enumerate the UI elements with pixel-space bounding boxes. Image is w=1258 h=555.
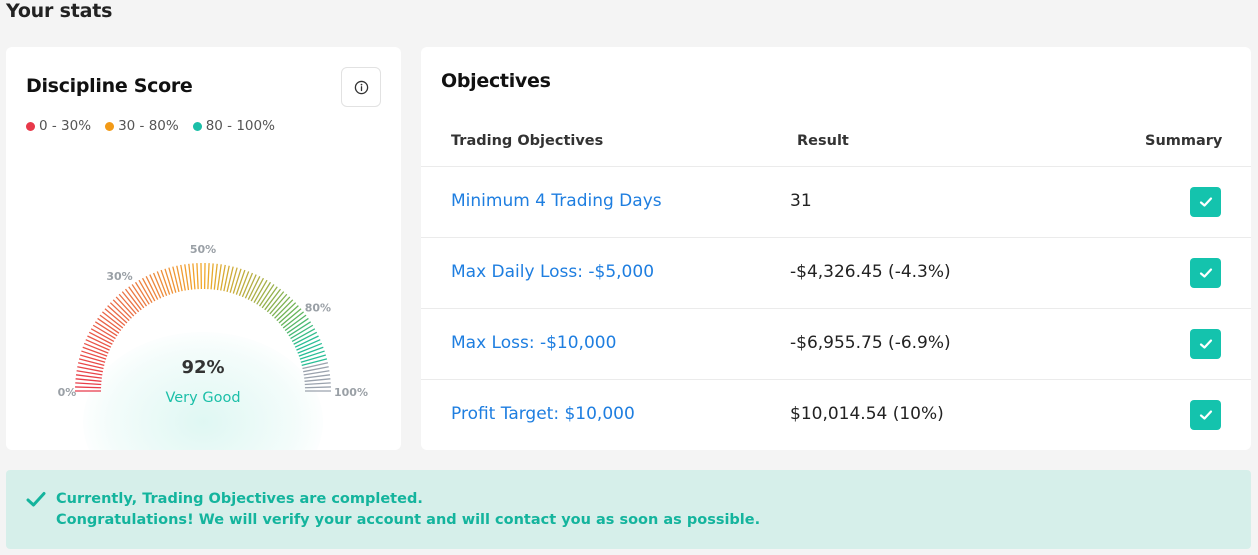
gauge-label: 100% [334, 386, 368, 399]
objectives-table-header: Trading Objectives Result Summary [421, 127, 1251, 167]
column-header-objectives: Trading Objectives [451, 133, 604, 149]
score-value: 92% [181, 357, 225, 378]
banner-message: Currently, Trading Objectives are comple… [56, 491, 423, 507]
legend-item-low: 0 - 30% [26, 118, 91, 134]
check-icon [1199, 339, 1212, 349]
objective-result: 31 [790, 191, 812, 211]
table-row: Profit Target: $10,000 $10,014.54 (10%) [421, 380, 1251, 451]
gauge-tick [75, 382, 102, 386]
objective-result: $10,014.54 (10%) [790, 404, 944, 424]
legend-label: 30 - 80% [118, 118, 179, 134]
gauge-label: 50% [190, 243, 216, 256]
summary-check [1190, 329, 1221, 359]
check-icon [26, 492, 46, 507]
legend-label: 0 - 30% [39, 118, 92, 134]
gauge-tick [81, 350, 107, 360]
legend-dot-red [26, 121, 35, 131]
column-header-summary: Summary [1145, 133, 1223, 149]
objective-link[interactable]: Max Loss: -$10,000 [451, 333, 616, 353]
summary-check [1190, 187, 1221, 217]
gauge-tick [168, 267, 177, 293]
success-banner: Currently, Trading Objectives are comple… [6, 470, 1251, 549]
objective-result: -$6,955.75 (-6.9%) [790, 333, 951, 353]
info-button[interactable] [341, 67, 381, 107]
gauge-tick [118, 293, 137, 315]
gauge-tick [304, 374, 331, 379]
gauge-tick [188, 263, 193, 290]
discipline-score-card: 0% 30% 50% 80% 100% Discipline Score 0 - 30%… [6, 47, 401, 450]
gauge-tick [304, 386, 331, 389]
legend-dot-teal [192, 121, 202, 131]
gauge-tick [104, 308, 126, 326]
gauge-tick [276, 302, 297, 322]
legend-label: 80 - 100% [205, 118, 275, 134]
gauge-tick [196, 263, 199, 290]
objectives-title: Objectives [441, 70, 551, 92]
gauge-tick [112, 299, 132, 319]
gauge-tick [164, 268, 174, 294]
gauge-tick [115, 296, 135, 317]
objective-link[interactable]: Max Daily Loss: -$5,000 [451, 262, 654, 282]
banner-submessage: Congratulations! We will verify your acc… [56, 512, 761, 528]
check-icon [1199, 197, 1212, 207]
discipline-score-title: Discipline Score [26, 75, 193, 97]
gauge-tick [207, 263, 210, 290]
gauge-tick [300, 354, 327, 363]
legend-item-mid: 30 - 80% [105, 118, 179, 134]
objective-link[interactable]: Minimum 4 Trading Days [451, 191, 662, 211]
gauge-tick [304, 378, 331, 382]
gauge-tick [184, 264, 190, 291]
gauge-label: 0% [58, 386, 77, 399]
gauge-tick [269, 293, 288, 315]
table-row: Minimum 4 Trading Days 31 [421, 167, 1251, 238]
gauge-tick [213, 263, 218, 290]
info-circle-icon [354, 80, 368, 94]
gauge-tick [229, 267, 238, 293]
gauge-tick [304, 382, 331, 386]
page-title: Your stats [6, 0, 113, 22]
gauge-tick [274, 299, 294, 319]
gauge-tick [232, 268, 242, 294]
legend-item-high: 80 - 100% [192, 118, 275, 134]
gauge-tick [216, 264, 222, 291]
objectives-card: Objectives Trading Objectives Result Sum… [421, 47, 1251, 450]
table-row: Max Loss: -$10,000 -$6,955.75 (-6.9%) [421, 309, 1251, 380]
gauge-tick [278, 305, 299, 324]
gauge-label: 80% [305, 302, 331, 315]
gauge-tick [79, 354, 106, 363]
gauge-tick [192, 263, 196, 290]
gauge-tick [280, 308, 302, 326]
gauge-tick [107, 305, 128, 324]
objective-link[interactable]: Profit Target: $10,000 [451, 404, 635, 424]
gauge-tick [75, 378, 102, 382]
gauge-tick [75, 374, 102, 379]
summary-check [1190, 258, 1221, 288]
gauge-tick [210, 263, 214, 290]
legend-dot-orange [105, 121, 115, 131]
gauge-tick [75, 386, 102, 389]
gauge-tick [271, 296, 291, 317]
column-header-result: Result [797, 133, 849, 149]
check-icon [1199, 268, 1212, 278]
check-icon [1199, 410, 1212, 420]
table-row: Max Daily Loss: -$5,000 -$4,326.45 (-4.3… [421, 238, 1251, 309]
score-rating: Very Good [165, 390, 241, 406]
gauge-tick [299, 350, 325, 360]
gauge-tick [109, 302, 130, 322]
objective-result: -$4,326.45 (-4.3%) [790, 262, 951, 282]
score-legend: 0 - 30% 30 - 80% 80 - 100% [26, 118, 275, 134]
gauge-label: 30% [106, 270, 132, 283]
summary-check [1190, 400, 1221, 430]
